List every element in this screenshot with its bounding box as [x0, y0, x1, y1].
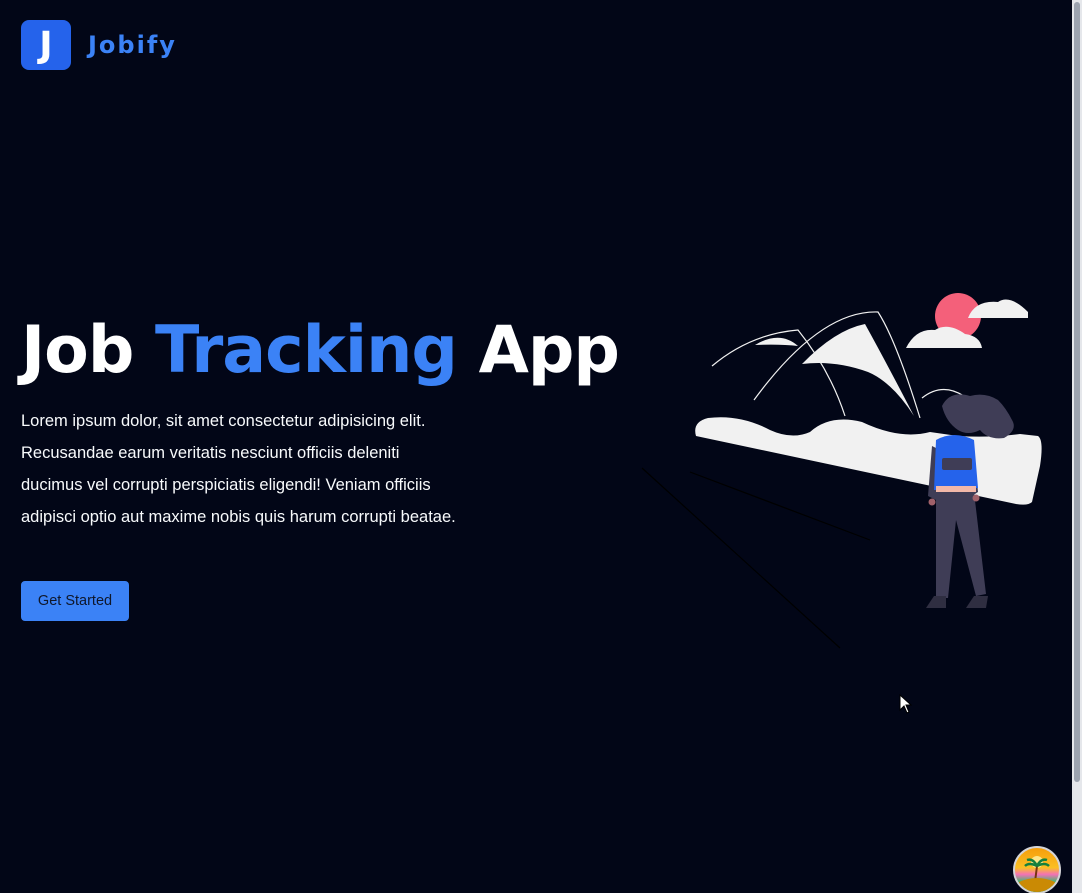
woman-foot	[926, 596, 946, 608]
mountain-outline	[753, 311, 921, 419]
woman-foot	[966, 596, 988, 608]
brand-name[interactable]: Jobify	[88, 31, 177, 59]
vertical-scrollbar[interactable]	[1072, 0, 1082, 893]
beach-island-icon	[1019, 856, 1055, 892]
woman-hair	[942, 394, 1014, 439]
cloud-icon	[968, 299, 1028, 318]
logo-icon[interactable]: J	[21, 20, 71, 70]
hero-title-part2: App	[456, 313, 620, 388]
backpack-pocket	[942, 458, 972, 470]
ground-line	[641, 467, 841, 649]
ground-line	[689, 471, 871, 541]
scrollbar-thumb[interactable]	[1074, 2, 1080, 782]
woman-hand	[928, 498, 936, 506]
avatar[interactable]	[1013, 846, 1061, 893]
woman-hand	[972, 494, 980, 502]
snow-cap	[802, 324, 914, 416]
snow-cap	[755, 337, 798, 346]
landing-page: J Jobify Job Tracking App Lorem ipsum do…	[0, 0, 1082, 893]
woman-waist	[936, 486, 976, 492]
hero-title-part1: Job	[21, 313, 155, 388]
hero-title: Job Tracking App	[21, 312, 620, 390]
get-started-button[interactable]: Get Started	[21, 581, 129, 621]
hero-title-accent: Tracking	[155, 313, 458, 388]
navbar: J Jobify	[21, 20, 177, 70]
hero-illustration	[641, 293, 1042, 649]
hero-description: Lorem ipsum dolor, sit amet consectetur …	[21, 412, 456, 526]
mouse-cursor-icon	[899, 694, 913, 714]
woman-legs	[936, 492, 986, 598]
